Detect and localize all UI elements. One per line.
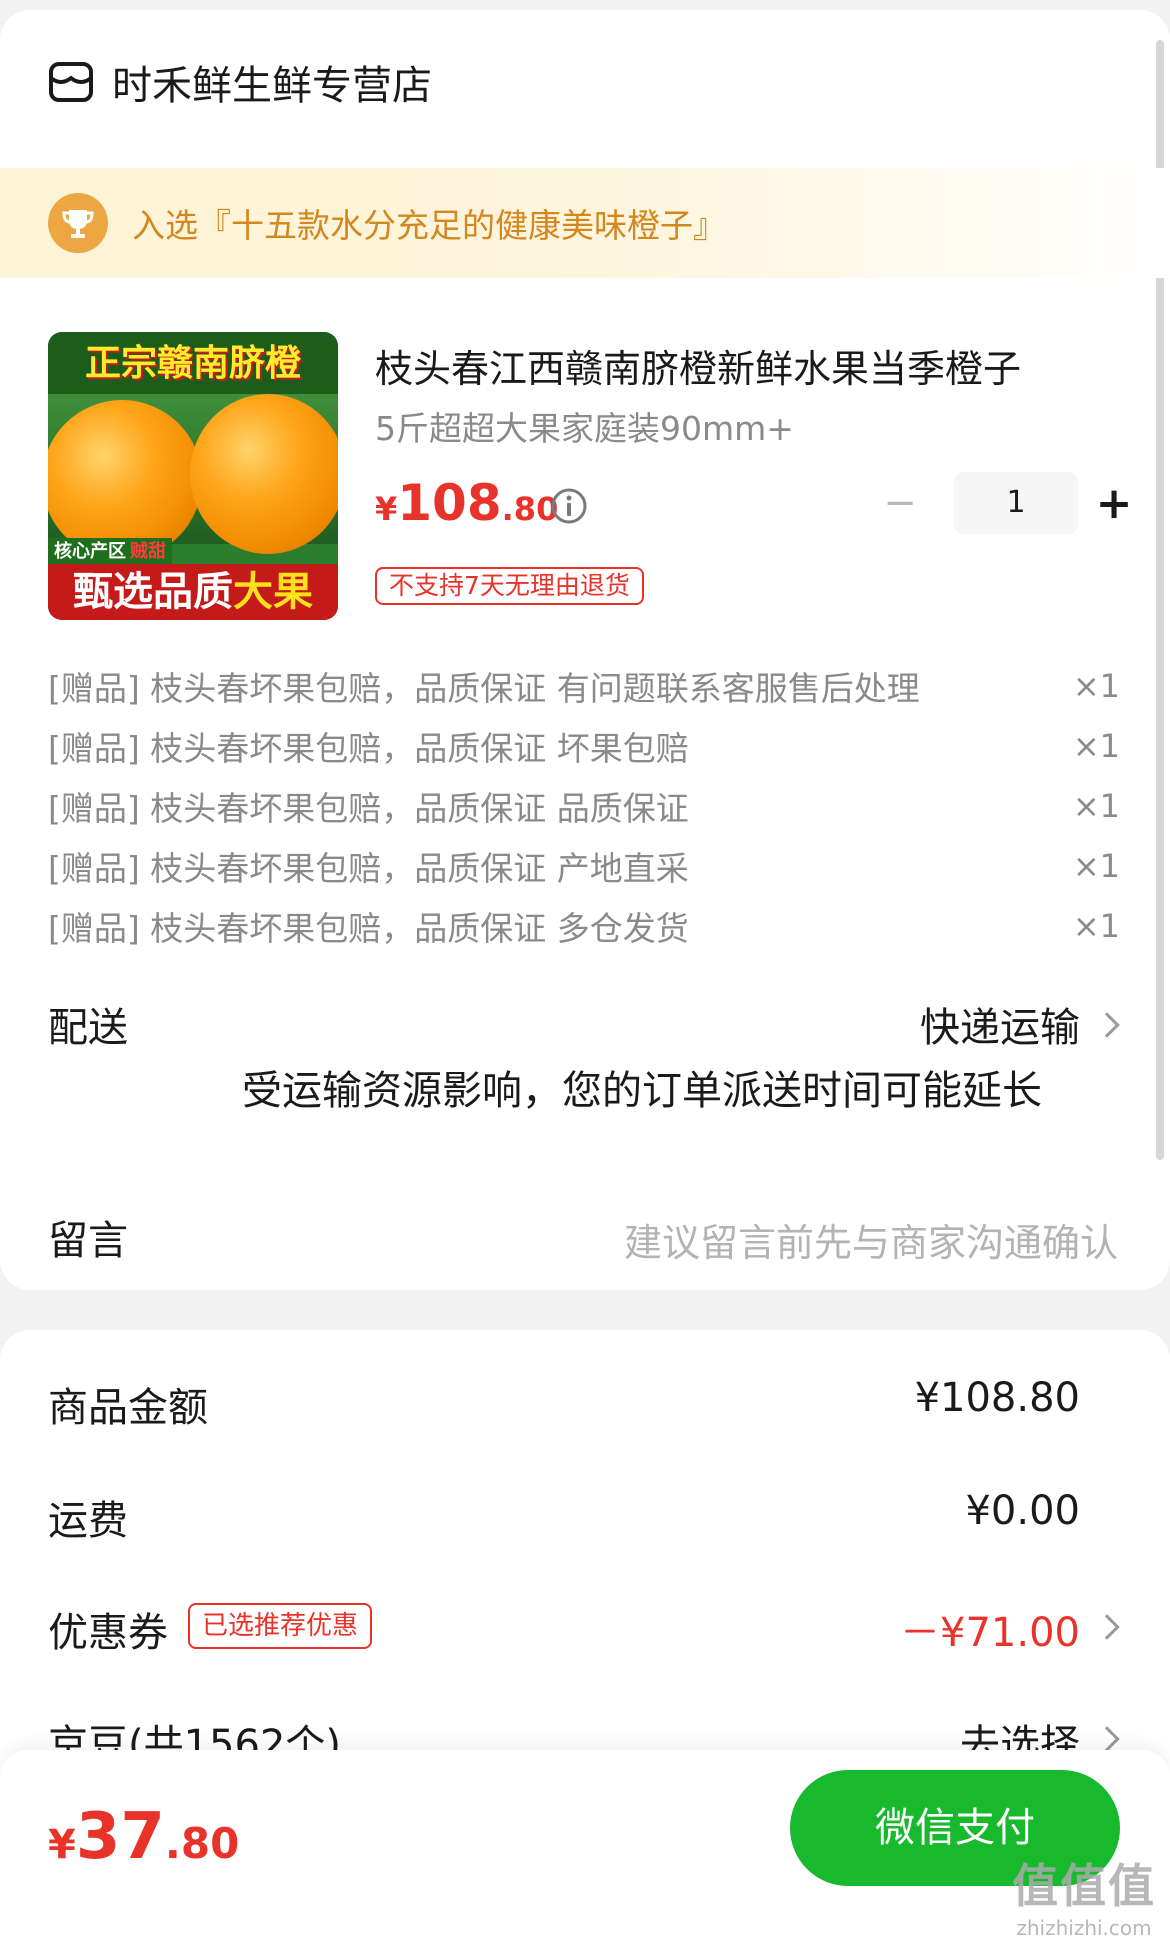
ranking-banner[interactable]: 入选『十五款水分充足的健康美味橙子』 — [0, 168, 1170, 278]
image-tag-sweet: 贼甜 — [130, 541, 166, 562]
message-input[interactable]: 建议留言前先与商家沟通确认 — [624, 1212, 1118, 1267]
quantity-field[interactable]: 1 — [954, 472, 1078, 534]
message-label: 留言 — [48, 1218, 128, 1264]
gift-qty: ×1 — [1072, 907, 1120, 945]
coupon-label: 优惠券 — [48, 1610, 168, 1656]
trophy-icon — [48, 193, 108, 253]
gift-text: [赠品] 枝头春坏果包赔，品质保证 多仓发货 — [48, 909, 689, 948]
gift-qty: ×1 — [1072, 727, 1120, 765]
gift-item: [赠品] 枝头春坏果包赔，品质保证 多仓发货 ×1 — [48, 896, 1120, 956]
shipping-value: ¥0.00 — [965, 1488, 1080, 1534]
gift-qty: ×1 — [1072, 787, 1120, 825]
gift-text: [赠品] 枝头春坏果包赔，品质保证 产地直采 — [48, 849, 689, 888]
increase-button[interactable]: + — [1094, 478, 1134, 529]
banner-text: 入选『十五款水分充足的健康美味橙子』 — [132, 206, 726, 245]
delivery-notice: 受运输资源影响，您的订单派送时间可能延长 — [242, 1068, 1042, 1114]
no-return-badge: 不支持7天无理由退货 — [375, 567, 644, 605]
product-title[interactable]: 枝头春江西赣南脐橙新鲜水果当季橙子 — [375, 338, 1095, 393]
product-price: ¥ 108 .80 — [375, 474, 558, 532]
goods-amount-label: 商品金额 — [48, 1385, 208, 1431]
gift-qty: ×1 — [1072, 667, 1120, 705]
image-tag: 核心产区 贼甜 — [48, 538, 172, 566]
shipping-label: 运费 — [48, 1498, 128, 1544]
coupon-badge: 已选推荐优惠 — [188, 1603, 373, 1649]
total-integer: 37 — [75, 1800, 165, 1874]
gift-item: [赠品] 枝头春坏果包赔，品质保证 品质保证 ×1 — [48, 776, 1120, 836]
info-icon[interactable] — [550, 487, 588, 525]
goods-amount-value: ¥108.80 — [914, 1375, 1080, 1421]
image-footer: 甄选品质大果 — [48, 564, 338, 620]
shop-name: 时禾鲜生鲜专营店 — [112, 63, 432, 109]
gift-item: [赠品] 枝头春坏果包赔，品质保证 有问题联系客服售后处理 ×1 — [48, 656, 1120, 716]
gift-item: [赠品] 枝头春坏果包赔，品质保证 坏果包赔 ×1 — [48, 716, 1120, 776]
orange-fruit — [48, 400, 202, 560]
total-price: ¥ 37 .80 — [48, 1800, 239, 1874]
gift-text: [赠品] 枝头春坏果包赔，品质保证 有问题联系客服售后处理 — [48, 669, 920, 708]
orange-fruit — [190, 394, 338, 554]
total-decimal: .80 — [164, 1819, 240, 1868]
delivery-label: 配送 — [48, 1005, 128, 1051]
price-currency: ¥ — [375, 490, 398, 528]
image-headline: 正宗赣南脐橙 — [48, 332, 338, 394]
product-spec[interactable]: 5斤超超大果家庭装90mm+ — [375, 402, 794, 450]
image-tag-text: 核心产区 — [54, 541, 126, 562]
watermark-logo: 值值值 — [1012, 1859, 1156, 1913]
decrease-button[interactable]: − — [880, 480, 920, 526]
gift-qty: ×1 — [1072, 847, 1120, 885]
product-image[interactable]: 正宗赣南脐橙 核心产区 贼甜 甄选品质大果 — [48, 332, 338, 620]
price-integer: 108 — [397, 474, 502, 532]
gift-list: [赠品] 枝头春坏果包赔，品质保证 有问题联系客服售后处理 ×1 [赠品] 枝头… — [48, 656, 1120, 956]
quantity-stepper: − 1 + — [880, 472, 1134, 534]
gift-text: [赠品] 枝头春坏果包赔，品质保证 品质保证 — [48, 789, 689, 828]
gift-item: [赠品] 枝头春坏果包赔，品质保证 产地直采 ×1 — [48, 836, 1120, 896]
gift-text: [赠品] 枝头春坏果包赔，品质保证 坏果包赔 — [48, 729, 689, 768]
image-footer-highlight: 大果 — [233, 568, 313, 615]
total-currency: ¥ — [48, 1822, 76, 1868]
delivery-method[interactable]: 快递运输 — [920, 995, 1080, 1053]
store-icon — [49, 62, 93, 102]
image-footer-text: 甄选品质 — [73, 568, 233, 615]
coupon-value[interactable]: －¥71.00 — [900, 1600, 1080, 1658]
watermark-url: zhizhizhi.com — [1016, 1916, 1152, 1937]
watermark: 值值值 zhizhizhi.com — [1012, 1850, 1156, 1937]
shop-header[interactable]: 时禾鲜生鲜专营店 — [48, 50, 432, 114]
